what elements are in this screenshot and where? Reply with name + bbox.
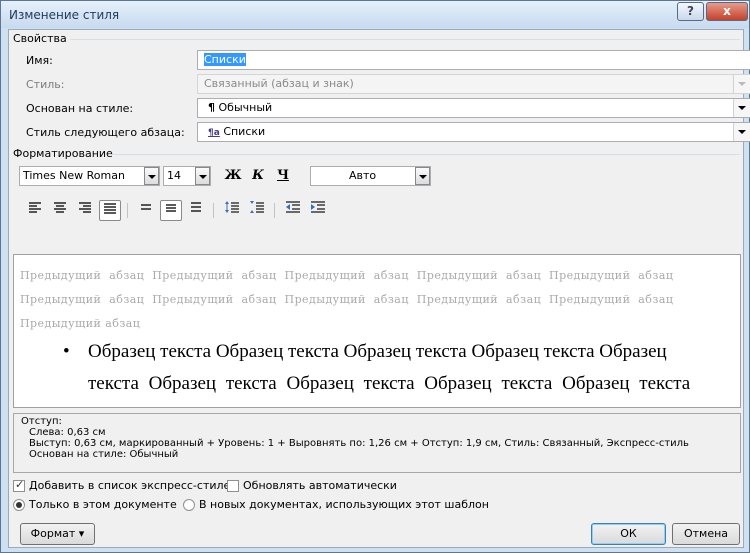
style-description: Отступ: Слева: 0,63 см Выступ: 0,63 см, … [13,413,741,473]
add-to-quick-styles-label[interactable]: Добавить в список экспресс-стилей [29,479,237,492]
chevron-down-icon[interactable] [733,123,750,141]
font-color-value: Авто [349,169,377,182]
chevron-down-icon: ▾ [78,527,85,540]
properties-group-label: Свойства [13,32,67,45]
paragraph-style-icon: ¶ [208,101,215,114]
only-this-document-label[interactable]: Только в этом документе [29,498,177,511]
next-style-label: Стиль следующего абзаца: [26,126,185,139]
underline-button[interactable]: Ч [271,165,295,187]
linked-style-icon: ¶a [208,128,220,138]
italic-button[interactable]: К [246,165,270,187]
font-style-toolbar: Ж К Ч [221,165,311,187]
font-dropdown[interactable]: Times New Roman [19,166,160,186]
dialog-body: Свойства Имя: Списки Стиль: Связанный (а… [8,29,750,548]
formatting-divider [109,154,740,155]
font-size-value: 14 [167,169,181,182]
new-documents-radio[interactable] [183,499,195,511]
previous-paragraph-line: Предыдущий абзац Предыдущий абзац Предыд… [20,293,674,306]
close-button[interactable]: x [706,2,748,21]
space-before-decrease-icon[interactable] [246,200,268,221]
style-preview: Предыдущий абзац Предыдущий абзац Предыд… [13,254,741,408]
style-type-label: Стиль: [26,78,65,91]
properties-divider [70,39,740,40]
chevron-down-icon[interactable] [415,167,430,185]
based-on-label: Основан на стиле: [26,102,134,115]
sample-text-line: Образец текста Образец текста Образец те… [88,341,667,362]
auto-update-label[interactable]: Обновлять автоматически [243,479,397,492]
chevron-down-icon[interactable] [733,99,750,117]
bold-button[interactable]: Ж [221,165,245,187]
description-line: Слева: 0,63 см [29,427,106,438]
name-input[interactable]: Списки [197,50,750,70]
bullet-icon: • [63,341,70,362]
chevron-down-icon[interactable] [195,167,210,185]
line-spacing-double-icon[interactable] [185,200,207,221]
previous-paragraph-line: Предыдущий абзац Предыдущий абзац Предыд… [20,269,674,282]
description-line: Основан на стиле: Обычный [29,449,179,460]
description-line: Отступ: [21,416,62,427]
format-button-label: Формат [30,527,76,540]
chevron-down-icon[interactable] [144,167,159,185]
window-title: Изменение стиля [9,8,120,22]
description-line: Выступ: 0,63 см, маркированный + Уровень… [29,438,689,449]
only-this-document-radio[interactable] [13,499,25,511]
auto-update-checkbox[interactable] [227,480,239,492]
toolbar-separator [213,203,214,218]
line-spacing-1-5-icon[interactable] [160,200,182,221]
align-left-icon[interactable] [24,200,46,221]
next-style-dropdown[interactable]: ¶a Списки [197,122,750,142]
title-bar[interactable]: Изменение стиля ? x [1,1,749,28]
style-type-dropdown: Связанный (абзац и знак) [197,74,750,94]
space-before-increase-icon[interactable] [221,200,243,221]
modify-style-dialog: Изменение стиля ? x Свойства Имя: Списки… [0,0,750,553]
cancel-button[interactable]: Отмена [672,523,740,545]
font-value: Times New Roman [23,169,125,182]
font-color-dropdown[interactable]: Авто [310,166,431,186]
align-center-icon[interactable] [49,200,71,221]
based-on-dropdown[interactable]: ¶ Обычный [197,98,750,118]
indent-decrease-icon[interactable] [282,200,304,221]
toolbar-separator [127,203,128,218]
font-size-dropdown[interactable]: 14 [163,166,211,186]
line-spacing-single-icon[interactable] [135,200,157,221]
based-on-value: Обычный [218,101,273,114]
chevron-down-icon [733,75,750,93]
new-documents-label[interactable]: В новых документах, использующих этот ша… [199,498,489,511]
help-button[interactable]: ? [677,2,704,21]
ok-button[interactable]: ОК [591,523,666,545]
sample-text-line: текста Образец текста Образец текста Обр… [88,373,691,394]
next-style-value: Списки [223,125,266,138]
add-to-quick-styles-checkbox[interactable] [13,478,25,492]
name-label: Имя: [26,54,53,67]
formatting-group-label: Форматирование [13,147,113,160]
toolbar-separator [274,203,275,218]
format-button[interactable]: Формат ▾ [20,523,95,545]
align-justify-icon[interactable] [99,200,121,221]
style-type-value: Связанный (абзац и знак) [204,77,354,90]
align-right-icon[interactable] [74,200,96,221]
name-value: Списки [204,53,246,66]
previous-paragraph-line: Предыдущий абзац [20,317,141,330]
indent-increase-icon[interactable] [307,200,329,221]
